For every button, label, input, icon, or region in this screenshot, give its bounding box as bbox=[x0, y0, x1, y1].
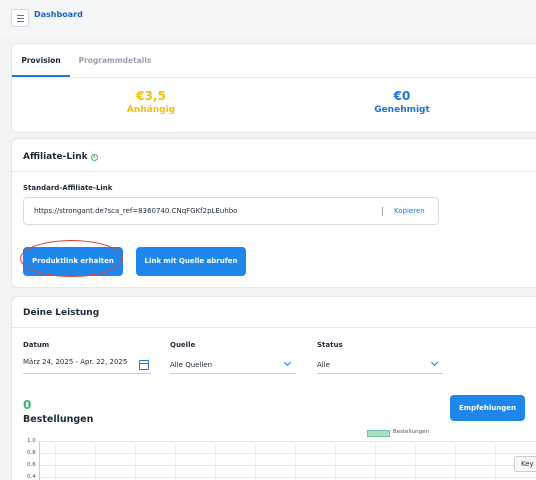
grid-line bbox=[295, 441, 296, 480]
tab-provision[interactable]: Provision bbox=[12, 44, 70, 77]
affiliate-url[interactable]: https://strongant.de?sca_ref=8360740.CNq… bbox=[34, 198, 237, 224]
grid-line bbox=[40, 477, 536, 478]
field-divider bbox=[382, 207, 383, 216]
legend-label: Bestellungen bbox=[393, 429, 429, 435]
grid-line bbox=[95, 441, 96, 480]
recommendations-button[interactable]: Empfehlungen bbox=[450, 395, 525, 421]
date-range-value[interactable]: März 24, 2025 - Apr. 22, 2025 bbox=[23, 358, 127, 366]
key-button[interactable]: Key bbox=[514, 456, 536, 472]
pending-label: Anhängig bbox=[126, 105, 176, 115]
tab-divider bbox=[12, 77, 536, 78]
date-filter-label: Datum bbox=[23, 341, 50, 349]
section-divider bbox=[12, 171, 536, 172]
status-select[interactable]: Alle bbox=[317, 361, 330, 369]
grid-line bbox=[255, 441, 256, 480]
grid-line bbox=[495, 441, 496, 480]
grid-line bbox=[55, 441, 56, 480]
chevron-down-icon[interactable] bbox=[283, 358, 292, 367]
status-underline bbox=[317, 373, 443, 374]
y-tick: 0.4 bbox=[27, 474, 36, 480]
approved-value: €0 bbox=[393, 89, 411, 103]
hamburger-menu-icon[interactable] bbox=[11, 9, 29, 27]
date-underline bbox=[23, 373, 151, 374]
approved-label: Genehmigt bbox=[374, 105, 430, 115]
legend-swatch bbox=[367, 430, 390, 437]
orders-count: 0 bbox=[23, 398, 32, 412]
y-tick: 0.6 bbox=[27, 462, 36, 468]
commission-card: Provision Programmdetails €3,5 Anhängig … bbox=[11, 43, 536, 133]
tab-programmdetails[interactable]: Programmdetails bbox=[70, 44, 160, 77]
affiliate-link-field[interactable]: https://strongant.de?sca_ref=8360740.CNq… bbox=[23, 197, 439, 225]
grid-line bbox=[375, 441, 376, 480]
affiliate-link-heading: Affiliate-Link i bbox=[23, 152, 98, 162]
page-title[interactable]: Dashboard bbox=[34, 10, 83, 19]
source-underline bbox=[170, 373, 296, 374]
section-divider bbox=[12, 327, 536, 328]
performance-title: Deine Leistung bbox=[23, 308, 100, 318]
y-tick: 0.8 bbox=[27, 450, 36, 456]
grid-line bbox=[175, 441, 176, 480]
source-select[interactable]: Alle Quellen bbox=[170, 361, 212, 369]
grid-line bbox=[215, 441, 216, 480]
top-bar: Dashboard bbox=[0, 0, 536, 38]
orders-chart bbox=[39, 441, 536, 480]
status-filter-label: Status bbox=[317, 341, 343, 349]
grid-line bbox=[40, 465, 536, 466]
performance-card: Deine Leistung Datum März 24, 2025 - Apr… bbox=[11, 296, 536, 480]
chevron-down-icon[interactable] bbox=[430, 358, 439, 367]
pending-commission: €3,5 Anhängig bbox=[116, 89, 186, 115]
approved-commission: €0 Genehmigt bbox=[364, 89, 440, 115]
grid-line bbox=[40, 453, 536, 454]
grid-line bbox=[135, 441, 136, 480]
grid-line bbox=[415, 441, 416, 480]
affiliate-link-title: Affiliate-Link bbox=[23, 152, 88, 162]
grid-line bbox=[455, 441, 456, 480]
standard-link-label: Standard-Affiliate-Link bbox=[23, 184, 113, 192]
orders-label: Bestellungen bbox=[23, 414, 94, 425]
calendar-icon[interactable] bbox=[139, 360, 149, 370]
source-filter-label: Quelle bbox=[170, 341, 196, 349]
y-tick: 1.0 bbox=[27, 438, 36, 444]
grid-line bbox=[335, 441, 336, 480]
source-link-button[interactable]: Link mit Quelle abrufen bbox=[136, 247, 246, 276]
copy-link-button[interactable]: Kopieren bbox=[394, 198, 425, 224]
info-icon[interactable]: i bbox=[90, 154, 98, 161]
grid-line bbox=[40, 441, 536, 442]
pending-value: €3,5 bbox=[136, 89, 166, 103]
highlight-ellipse bbox=[20, 240, 123, 277]
